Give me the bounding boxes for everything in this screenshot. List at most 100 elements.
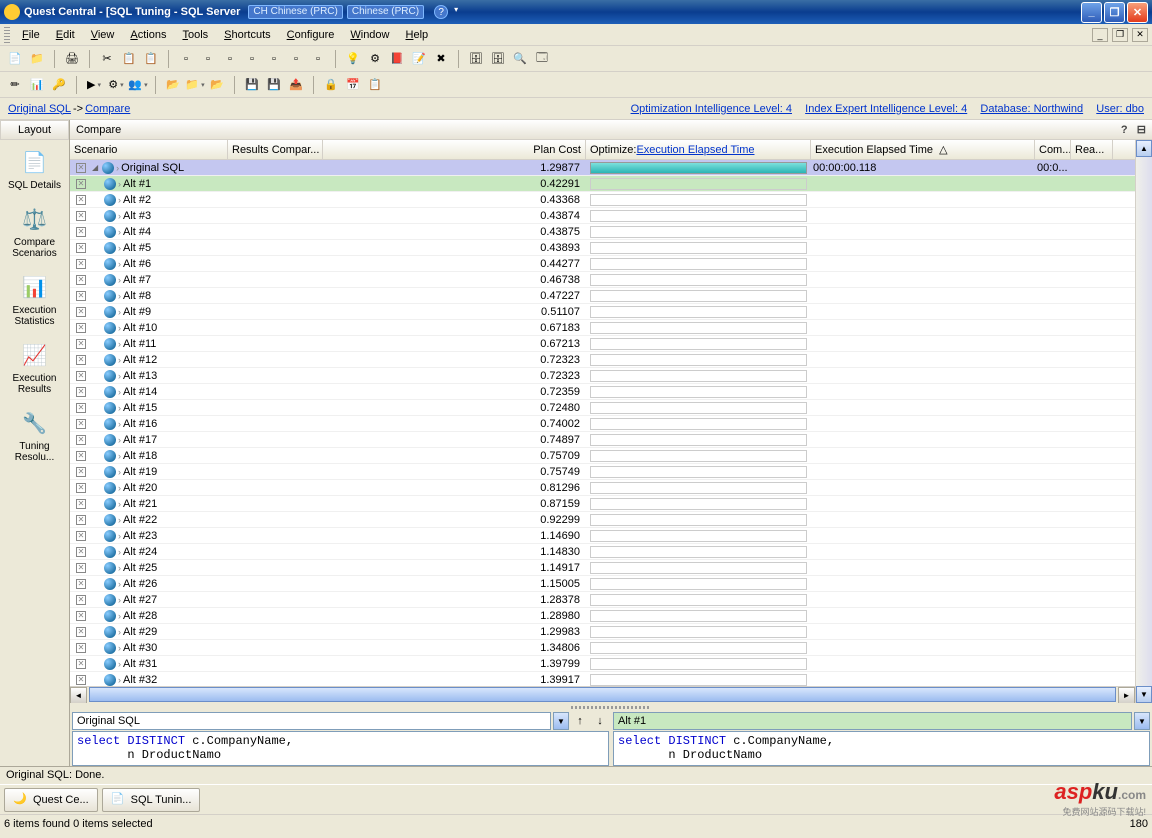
table-row[interactable]: ✕›Alt #30.43874 [70, 208, 1135, 224]
minimize-button[interactable]: _ [1081, 2, 1102, 23]
mdi-restore-button[interactable]: ❐ [1112, 28, 1128, 42]
tb-db2-icon[interactable]: 🗄 [489, 50, 507, 68]
table-row[interactable]: ✕›Alt #70.46738 [70, 272, 1135, 288]
task-sql-tuning[interactable]: 📄SQL Tunin... [102, 788, 201, 812]
tb-search-icon[interactable]: 🔍 [511, 50, 529, 68]
tb2-folder2-icon[interactable]: 📁 [186, 76, 204, 94]
scroll-up-button[interactable]: ▲ [1136, 140, 1152, 157]
table-row[interactable]: ✕›Alt #311.39799 [70, 656, 1135, 672]
delete-row-icon[interactable]: ✕ [76, 675, 86, 685]
breadcrumb-current[interactable]: Compare [85, 103, 130, 115]
table-body[interactable]: ✕◢›Original SQL1.2987700:00:00.11800:0..… [70, 160, 1135, 686]
delete-row-icon[interactable]: ✕ [76, 611, 86, 621]
tb-window-icon[interactable]: 🗔 [533, 50, 551, 68]
tb-paste-icon[interactable]: 📋 [142, 50, 160, 68]
table-row[interactable]: ✕›Alt #210.87159 [70, 496, 1135, 512]
table-row[interactable]: ✕›Alt #150.72480 [70, 400, 1135, 416]
table-row[interactable]: ✕›Alt #140.72359 [70, 384, 1135, 400]
tb-gear-icon[interactable]: ⚙ [366, 50, 384, 68]
delete-row-icon[interactable]: ✕ [76, 531, 86, 541]
tb2-folder3-icon[interactable]: 📂 [208, 76, 226, 94]
link-user[interactable]: User: dbo [1096, 103, 1144, 115]
tb-lightbulb-icon[interactable]: 💡 [344, 50, 362, 68]
table-row[interactable]: ✕›Alt #90.51107 [70, 304, 1135, 320]
tb2-key-icon[interactable]: 🔑 [50, 76, 68, 94]
table-row[interactable]: ✕›Alt #130.72323 [70, 368, 1135, 384]
split-gripper[interactable] [70, 703, 1152, 711]
delete-row-icon[interactable]: ✕ [76, 387, 86, 397]
table-row[interactable]: ✕›Alt #120.72323 [70, 352, 1135, 368]
tb2-pencil-icon[interactable]: ✏ [6, 76, 24, 94]
delete-row-icon[interactable]: ✕ [76, 419, 86, 429]
link-database[interactable]: Database: Northwind [980, 103, 1083, 115]
tb-btn4-icon[interactable]: ▫ [243, 50, 261, 68]
table-row[interactable]: ✕›Alt #261.15005 [70, 576, 1135, 592]
tb-x-icon[interactable]: ✖ [432, 50, 450, 68]
tb2-lock-icon[interactable]: 🔒 [322, 76, 340, 94]
lang-badge-ch[interactable]: CH Chinese (PRC) [248, 5, 342, 19]
up-arrow-button[interactable]: ↑ [571, 712, 589, 730]
table-row[interactable]: ✕›Alt #231.14690 [70, 528, 1135, 544]
col-plancost[interactable]: Plan Cost [323, 140, 586, 159]
table-row[interactable]: ✕›Alt #251.14917 [70, 560, 1135, 576]
table-row[interactable]: ✕›Alt #281.28980 [70, 608, 1135, 624]
delete-row-icon[interactable]: ✕ [76, 451, 86, 461]
breadcrumb-root[interactable]: Original SQL [8, 103, 71, 115]
compare-tab-label[interactable]: Compare [76, 124, 121, 136]
delete-row-icon[interactable]: ✕ [76, 211, 86, 221]
delete-row-icon[interactable]: ✕ [76, 195, 86, 205]
tb2-saveall-icon[interactable]: 💾 [265, 76, 283, 94]
dropdown-button[interactable]: ▼ [553, 712, 569, 730]
table-row[interactable]: ✕›Alt #190.75749 [70, 464, 1135, 480]
delete-row-icon[interactable]: ✕ [76, 659, 86, 669]
delete-row-icon[interactable]: ✕ [76, 323, 86, 333]
sidebar-item-sqldetails[interactable]: 📄 SQL Details [0, 140, 69, 197]
delete-row-icon[interactable]: ✕ [76, 563, 86, 573]
link-opt-intel[interactable]: Optimization Intelligence Level: 4 [631, 103, 792, 115]
tb-btn2-icon[interactable]: ▫ [199, 50, 217, 68]
tb2-people-icon[interactable]: 👥 [129, 76, 147, 94]
delete-row-icon[interactable]: ✕ [76, 179, 86, 189]
table-row[interactable]: ✕›Alt #50.43893 [70, 240, 1135, 256]
delete-row-icon[interactable]: ✕ [76, 339, 86, 349]
tb2-date-icon[interactable]: 📅 [344, 76, 362, 94]
delete-row-icon[interactable]: ✕ [76, 515, 86, 525]
left-sql-dropdown[interactable]: Original SQL [72, 712, 551, 730]
delete-row-icon[interactable]: ✕ [76, 643, 86, 653]
menu-file[interactable]: File [14, 27, 48, 43]
grip-icon[interactable] [4, 27, 10, 43]
lang-badge-cn[interactable]: Chinese (PRC) [347, 5, 424, 19]
left-sql-editor[interactable]: select DISTINCT c.CompanyName, n Droduct… [72, 731, 609, 766]
delete-row-icon[interactable]: ✕ [76, 163, 86, 173]
table-row[interactable]: ✕›Alt #220.92299 [70, 512, 1135, 528]
tb-cut-icon[interactable]: ✂ [98, 50, 116, 68]
menu-tools[interactable]: Tools [174, 27, 216, 43]
tb-btn7-icon[interactable]: ▫ [309, 50, 327, 68]
table-row[interactable]: ✕›Alt #10.42291 [70, 176, 1135, 192]
help-icon[interactable]: ? [434, 5, 448, 19]
delete-row-icon[interactable]: ✕ [76, 483, 86, 493]
col-results[interactable]: Results Compar... [228, 140, 323, 159]
scroll-left-button[interactable]: ◄ [70, 687, 87, 703]
delete-row-icon[interactable]: ✕ [76, 243, 86, 253]
tb2-gear-icon[interactable]: ⚙ [107, 76, 125, 94]
scroll-thumb[interactable] [89, 687, 1116, 702]
tb-btn3-icon[interactable]: ▫ [221, 50, 239, 68]
sidebar-item-tuning[interactable]: 🔧 Tuning Resolu... [0, 401, 69, 469]
right-sql-editor[interactable]: select DISTINCT c.CompanyName, n Droduct… [613, 731, 1150, 766]
sidebar-item-execstats[interactable]: 📊 Execution Statistics [0, 265, 69, 333]
table-row[interactable]: ✕◢›Original SQL1.2987700:00:00.11800:0..… [70, 160, 1135, 176]
mdi-minimize-button[interactable]: _ [1092, 28, 1108, 42]
tb2-sql-icon[interactable]: 📊 [28, 76, 46, 94]
col-scenario[interactable]: Scenario [70, 140, 228, 159]
menu-shortcuts[interactable]: Shortcuts [216, 27, 278, 43]
tb2-save-icon[interactable]: 💾 [243, 76, 261, 94]
tb-btn5-icon[interactable]: ▫ [265, 50, 283, 68]
delete-row-icon[interactable]: ✕ [76, 547, 86, 557]
delete-row-icon[interactable]: ✕ [76, 499, 86, 509]
tb2-folder1-icon[interactable]: 📂 [164, 76, 182, 94]
tb-copy-icon[interactable]: 📋 [120, 50, 138, 68]
link-idx-intel[interactable]: Index Expert Intelligence Level: 4 [805, 103, 967, 115]
table-row[interactable]: ✕›Alt #170.74897 [70, 432, 1135, 448]
maximize-button[interactable]: ❐ [1104, 2, 1125, 23]
